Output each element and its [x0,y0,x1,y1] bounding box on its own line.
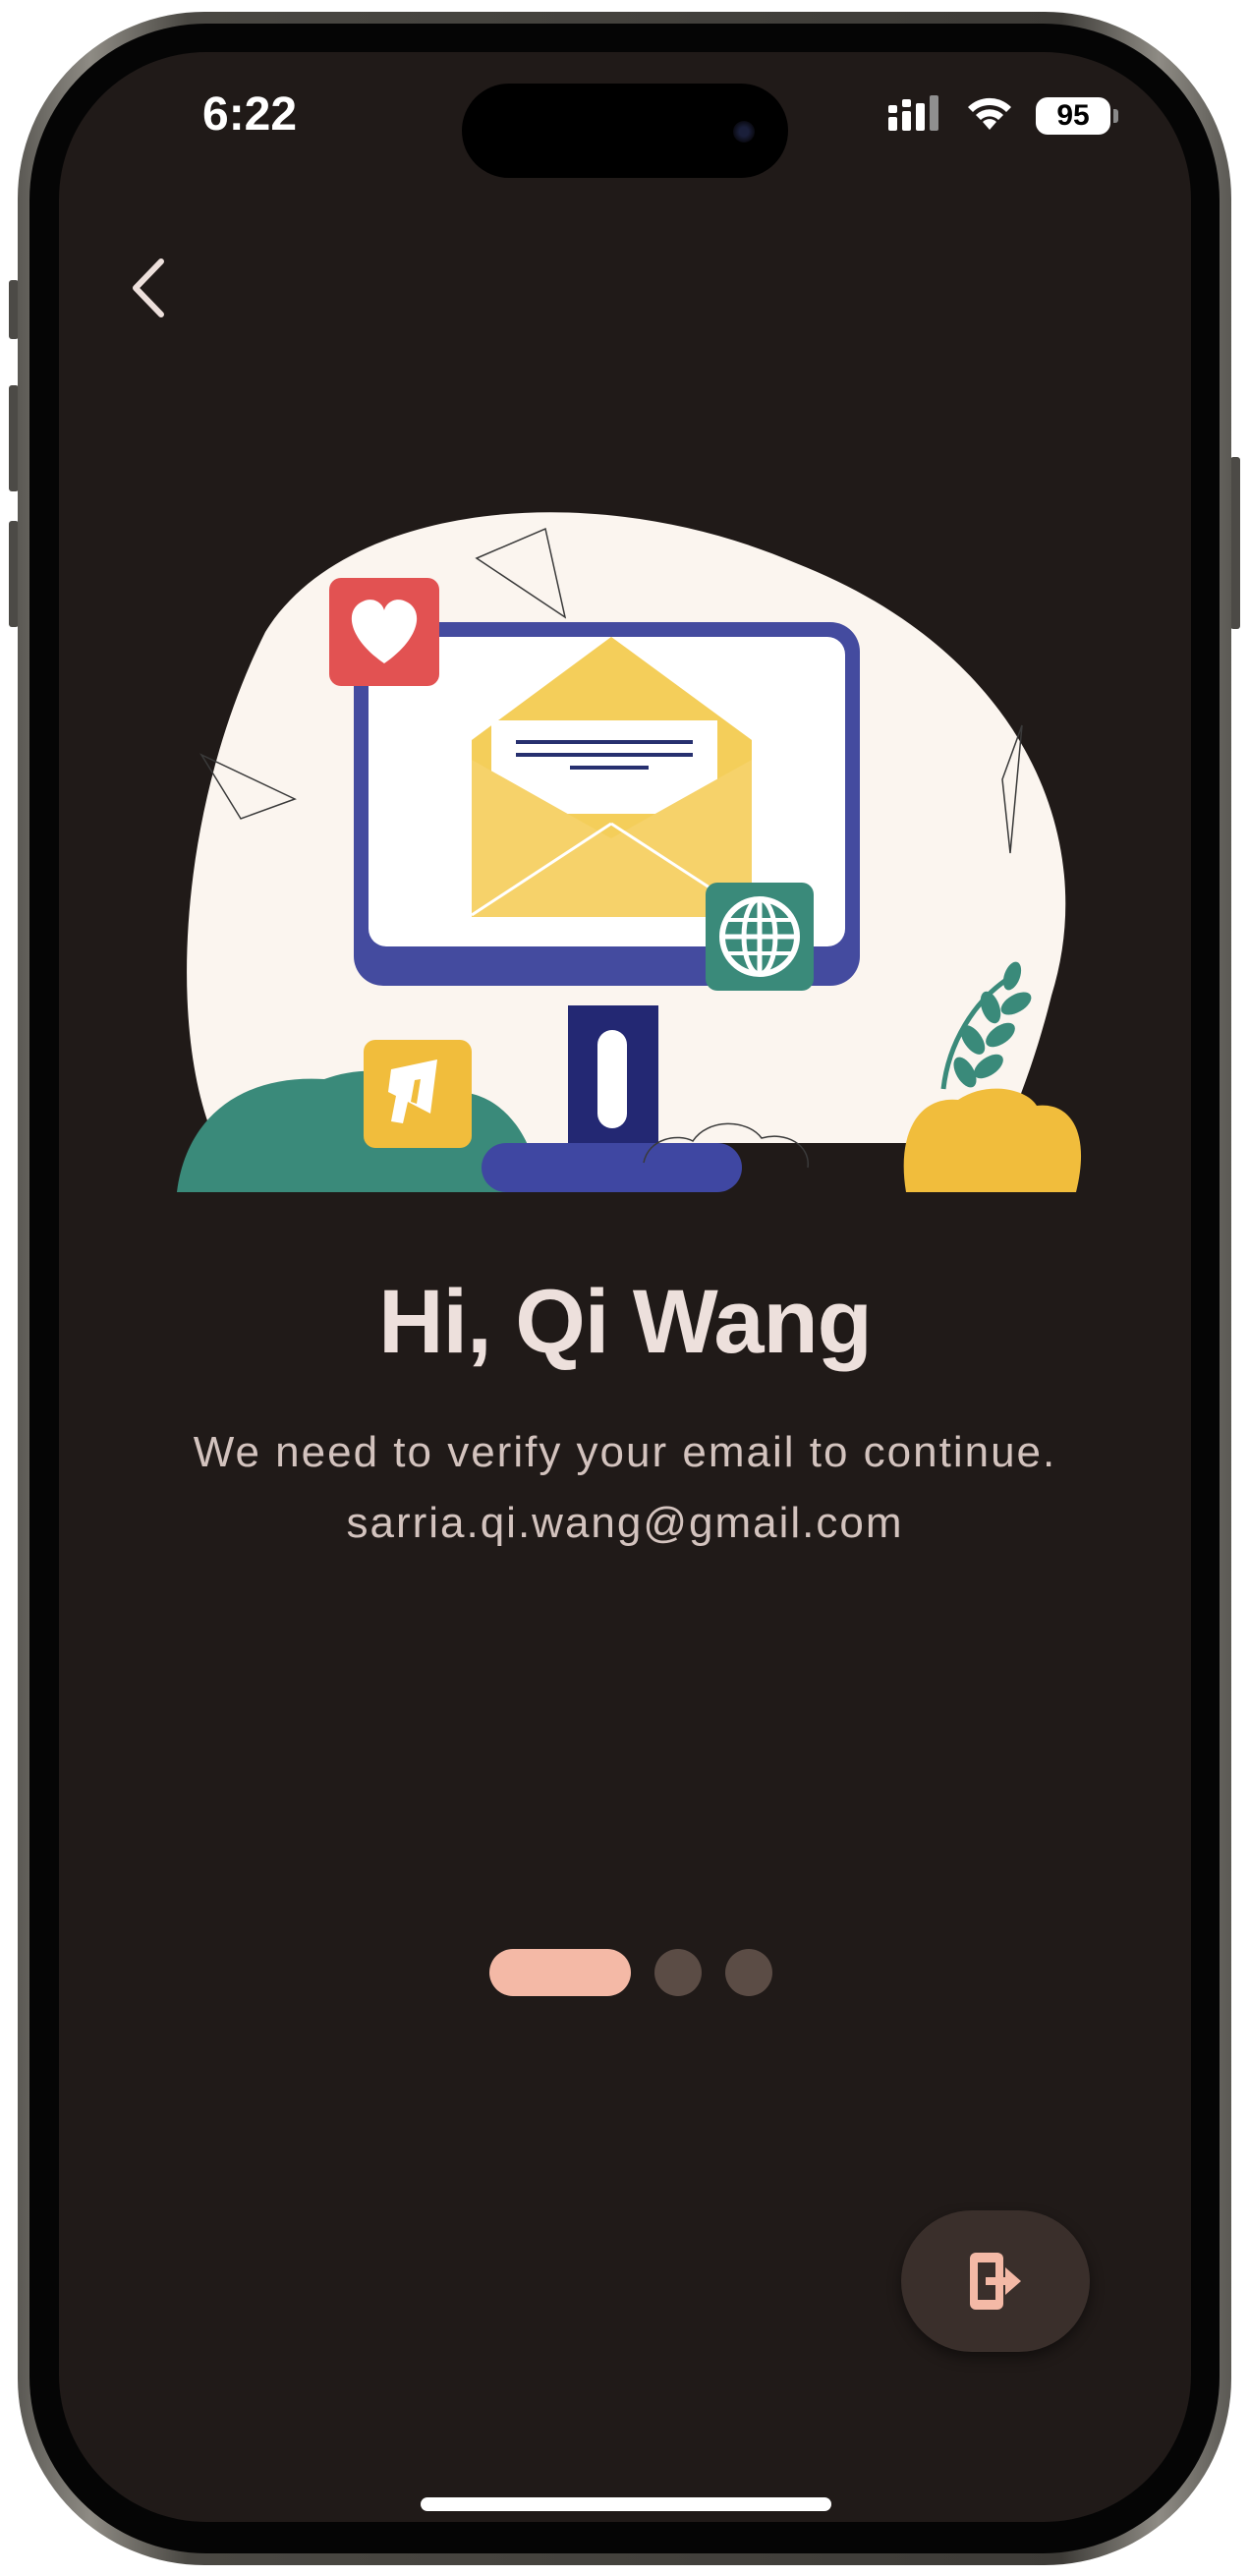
page-dot[interactable] [725,1949,772,1996]
battery-level: 95 [1056,98,1090,132]
home-indicator[interactable] [421,2497,831,2511]
page-dot-active[interactable] [489,1949,631,1996]
greeting-title: Hi, Qi Wang [378,1272,873,1372]
logout-button[interactable] [901,2210,1090,2352]
chevron-left-icon [133,258,164,317]
page-indicator [59,1949,1191,1996]
user-email: sarria.qi.wang@gmail.com [346,1499,904,1547]
app-screen: 6:22 95 Hi, Qi Wang We need to verify yo… [59,52,1191,2522]
email-verification-illustration [157,485,1091,1192]
globe-icon [706,883,814,991]
monitor-base [482,1143,742,1192]
wifi-icon [965,94,1014,137]
back-button[interactable] [98,239,197,337]
heart-icon [329,578,439,686]
megaphone-icon [364,1040,472,1148]
front-camera [733,121,755,143]
power-button[interactable] [1230,457,1240,629]
status-bar: 6:22 95 [59,52,1191,178]
status-time: 6:22 [202,88,298,141]
verification-message: We need to verify your email to continue… [193,1428,1057,1476]
cellular-signal-icon [886,93,943,138]
dynamic-island [462,84,788,178]
status-icons: 95 [886,93,1118,138]
monitor-neck-highlight [597,1030,627,1128]
page-dot[interactable] [654,1949,702,1996]
logout-icon [970,2253,1021,2310]
battery-tip [1113,108,1118,123]
battery-icon: 95 [1036,96,1118,135]
